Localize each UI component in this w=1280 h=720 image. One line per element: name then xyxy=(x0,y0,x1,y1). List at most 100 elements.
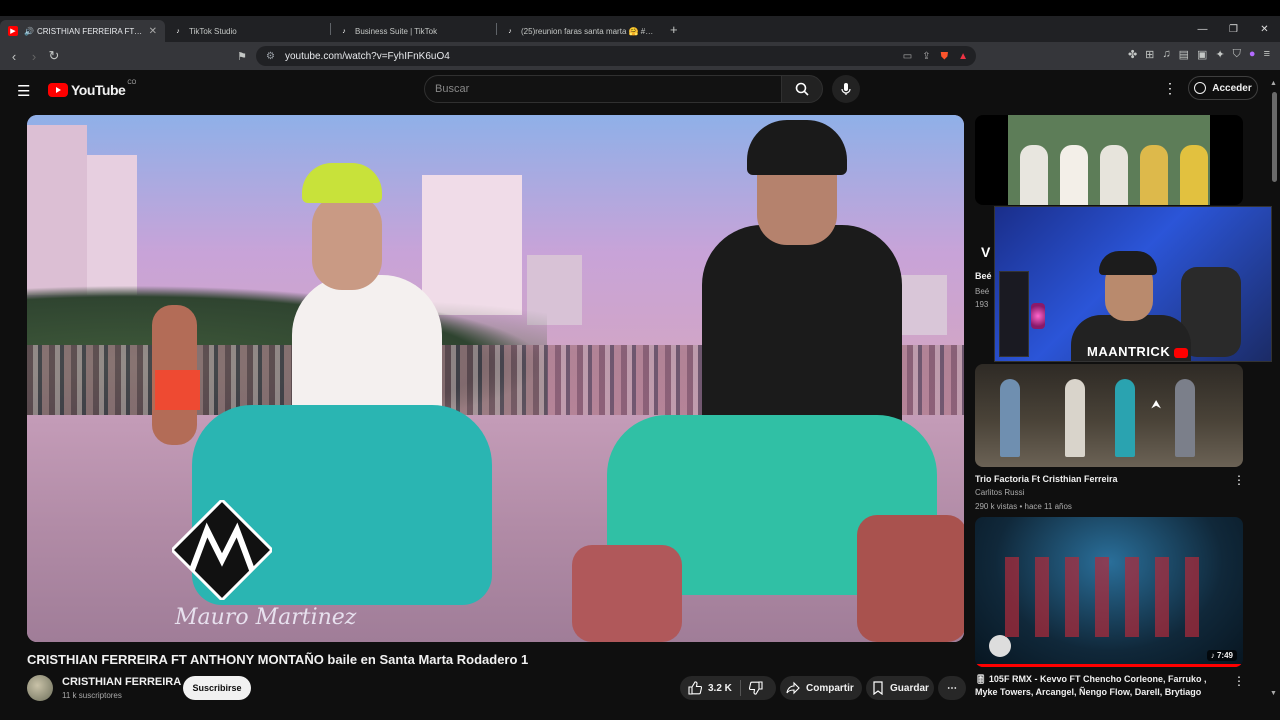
account-icon xyxy=(1194,82,1207,94)
minimize-icon[interactable]: — xyxy=(1187,24,1218,35)
subscribe-label: Suscribirse xyxy=(192,683,242,693)
back-icon[interactable]: ‹ xyxy=(4,49,24,64)
tab-label: CRISTHIAN FERREIRA FT ANTHONY MONTAÑO xyxy=(36,26,143,36)
share-button[interactable]: Compartir xyxy=(780,676,862,700)
voice-search-button[interactable] xyxy=(832,75,860,103)
related-video-title[interactable]: Trio Factoria Ft Cristhian Ferreira xyxy=(975,473,1225,486)
search-icon xyxy=(795,82,809,96)
like-divider xyxy=(739,680,741,696)
new-tab-icon[interactable]: + xyxy=(670,22,678,37)
channel-avatar[interactable] xyxy=(27,675,53,701)
related-video-title[interactable]: 🎚 105F RMX - Kevvo FT Chencho Corleone, … xyxy=(975,673,1225,699)
related-video-views: 193 xyxy=(975,300,989,309)
close-window-icon[interactable]: ✕ xyxy=(1249,24,1280,35)
cast-icon[interactable]: ▭ xyxy=(903,51,912,62)
related-video-channel[interactable]: Beé xyxy=(975,287,989,296)
tiktok-icon: ♪ xyxy=(508,27,512,35)
thumbnail-figure xyxy=(1140,145,1168,205)
video-options-icon[interactable]: ⋮ xyxy=(1233,674,1245,688)
channel-name[interactable]: CRISTHIAN FERREIRA xyxy=(62,676,181,688)
scroll-up-icon[interactable]: ▲ xyxy=(1270,80,1277,87)
translate-icon[interactable]: ⊞ xyxy=(1145,48,1154,61)
like-button[interactable]: 3.2 K xyxy=(688,681,732,695)
search-placeholder: Buscar xyxy=(435,83,470,95)
leo-icon[interactable]: ✦ xyxy=(1215,48,1224,61)
extensions-icon[interactable]: ✤ xyxy=(1128,48,1137,61)
share-icon xyxy=(786,681,800,695)
tab-label: Business Suite | TikTok xyxy=(355,26,438,36)
page-scrollbar[interactable]: ▲ ▼ xyxy=(1270,80,1278,720)
country-code: CO xyxy=(127,80,137,86)
address-bar[interactable]: ⚙ youtube.com/watch?v=FyhIFnK6uO4 ▭ ⇪ ⛊ … xyxy=(256,46,976,66)
partial-thumbnail-mark: V xyxy=(981,244,991,260)
scroll-down-icon[interactable]: ▼ xyxy=(1270,690,1277,697)
save-label: Guardar xyxy=(890,682,929,694)
video-title: CRISTHIAN FERREIRA FT ANTHONY MONTAÑO ba… xyxy=(27,652,529,667)
duration-badge: ♪ 7:49 xyxy=(1206,650,1237,661)
restore-icon[interactable]: ❐ xyxy=(1218,24,1249,35)
video-building xyxy=(897,275,947,335)
streamer-tag: MAANTRICK xyxy=(1087,344,1189,359)
youtube-play-icon xyxy=(48,83,68,97)
browser-tab-reunion[interactable]: ♪ (25)reunion faras santa marta 🤗 #san..… xyxy=(497,20,662,42)
related-video-meta: 290 k vistas • hace 11 años xyxy=(975,502,1072,511)
search-input[interactable]: Buscar xyxy=(424,75,782,103)
sidebar-icon[interactable]: ▤ xyxy=(1179,48,1189,61)
site-info-icon[interactable]: ⚙ xyxy=(266,51,275,62)
browser-menu-icon[interactable]: ≡ xyxy=(1264,48,1270,61)
duration-text: 7:49 xyxy=(1216,651,1233,660)
more-actions-button[interactable]: ⋯ xyxy=(938,676,966,700)
profile-icon[interactable]: ● xyxy=(1249,48,1256,61)
share-label: Compartir xyxy=(806,682,854,694)
bookmark-icon[interactable]: ⚑ xyxy=(232,50,252,63)
search-button[interactable] xyxy=(781,75,823,103)
subscriber-count: 11 k suscriptores xyxy=(62,691,122,700)
youtube-logo[interactable]: YouTube CO xyxy=(48,80,137,98)
watermark-logo xyxy=(172,500,272,600)
brave-rewards-icon[interactable]: ▲ xyxy=(958,51,968,62)
vpn-icon[interactable]: ⛉ xyxy=(1233,48,1241,61)
forward-icon[interactable]: › xyxy=(24,49,44,64)
brave-shield-icon[interactable]: ⛊ xyxy=(941,51,949,62)
related-video-thumbnail[interactable]: ♪ 7:49 xyxy=(975,517,1243,667)
hamburger-menu-icon[interactable]: ☰ xyxy=(17,82,30,100)
dancer-head xyxy=(312,195,382,290)
url-text: youtube.com/watch?v=FyhIFnK6uO4 xyxy=(284,50,450,62)
scrollbar-thumb[interactable] xyxy=(1272,92,1277,182)
streamer-webcam-overlay: MAANTRICK xyxy=(994,206,1272,362)
screen-top-bar xyxy=(0,0,1280,16)
sign-in-button[interactable]: Acceder xyxy=(1188,76,1258,100)
dislike-button[interactable] xyxy=(748,681,769,695)
related-video-thumbnail[interactable] xyxy=(975,364,1243,467)
window-controls: — ❐ ✕ xyxy=(1187,16,1280,42)
thumbnail-figure xyxy=(1020,145,1048,205)
mouse-cursor-icon: ⮝ xyxy=(1151,397,1162,411)
browser-tab-business-suite[interactable]: ♪ Business Suite | TikTok xyxy=(331,20,496,42)
close-tab-icon[interactable]: ✕ xyxy=(149,26,157,37)
music-icon[interactable]: ♫ xyxy=(1162,48,1170,61)
thumbnail-figure xyxy=(1180,145,1208,205)
thumbnail-figures xyxy=(1005,557,1205,637)
video-player[interactable]: Mauro Martinez xyxy=(27,115,964,642)
bookmark-save-icon xyxy=(873,681,883,695)
save-button[interactable]: Guardar xyxy=(866,676,934,700)
related-video-title[interactable]: Beé xyxy=(975,271,992,281)
reload-icon[interactable]: ↻ xyxy=(44,48,64,64)
subscribe-button[interactable]: Suscribirse xyxy=(183,676,251,700)
video-building xyxy=(87,155,137,295)
watermark-text: Mauro Martinez xyxy=(175,605,357,630)
thumbnail-figure xyxy=(1175,379,1195,457)
wallet-icon[interactable]: ▣ xyxy=(1197,48,1207,61)
related-video-thumbnail[interactable] xyxy=(975,115,1243,205)
video-options-icon[interactable]: ⋮ xyxy=(1233,473,1245,487)
share-page-icon[interactable]: ⇪ xyxy=(922,51,930,62)
logo-text: YouTube xyxy=(71,82,126,98)
background-person-shorts xyxy=(155,370,200,410)
browser-tab-tiktok-studio[interactable]: ♪ TikTok Studio xyxy=(165,20,330,42)
dancer-cap xyxy=(747,120,847,175)
tab-label: (25)reunion faras santa marta 🤗 #san... xyxy=(521,26,654,36)
settings-more-icon[interactable]: ⋮ xyxy=(1163,80,1177,97)
related-video-channel[interactable]: Carlitos Russi xyxy=(975,488,1024,497)
browser-tab-youtube[interactable]: ▶ 🔊 CRISTHIAN FERREIRA FT ANTHONY MONTAÑ… xyxy=(0,20,165,42)
streamer-name: MAANTRICK xyxy=(1087,344,1171,359)
